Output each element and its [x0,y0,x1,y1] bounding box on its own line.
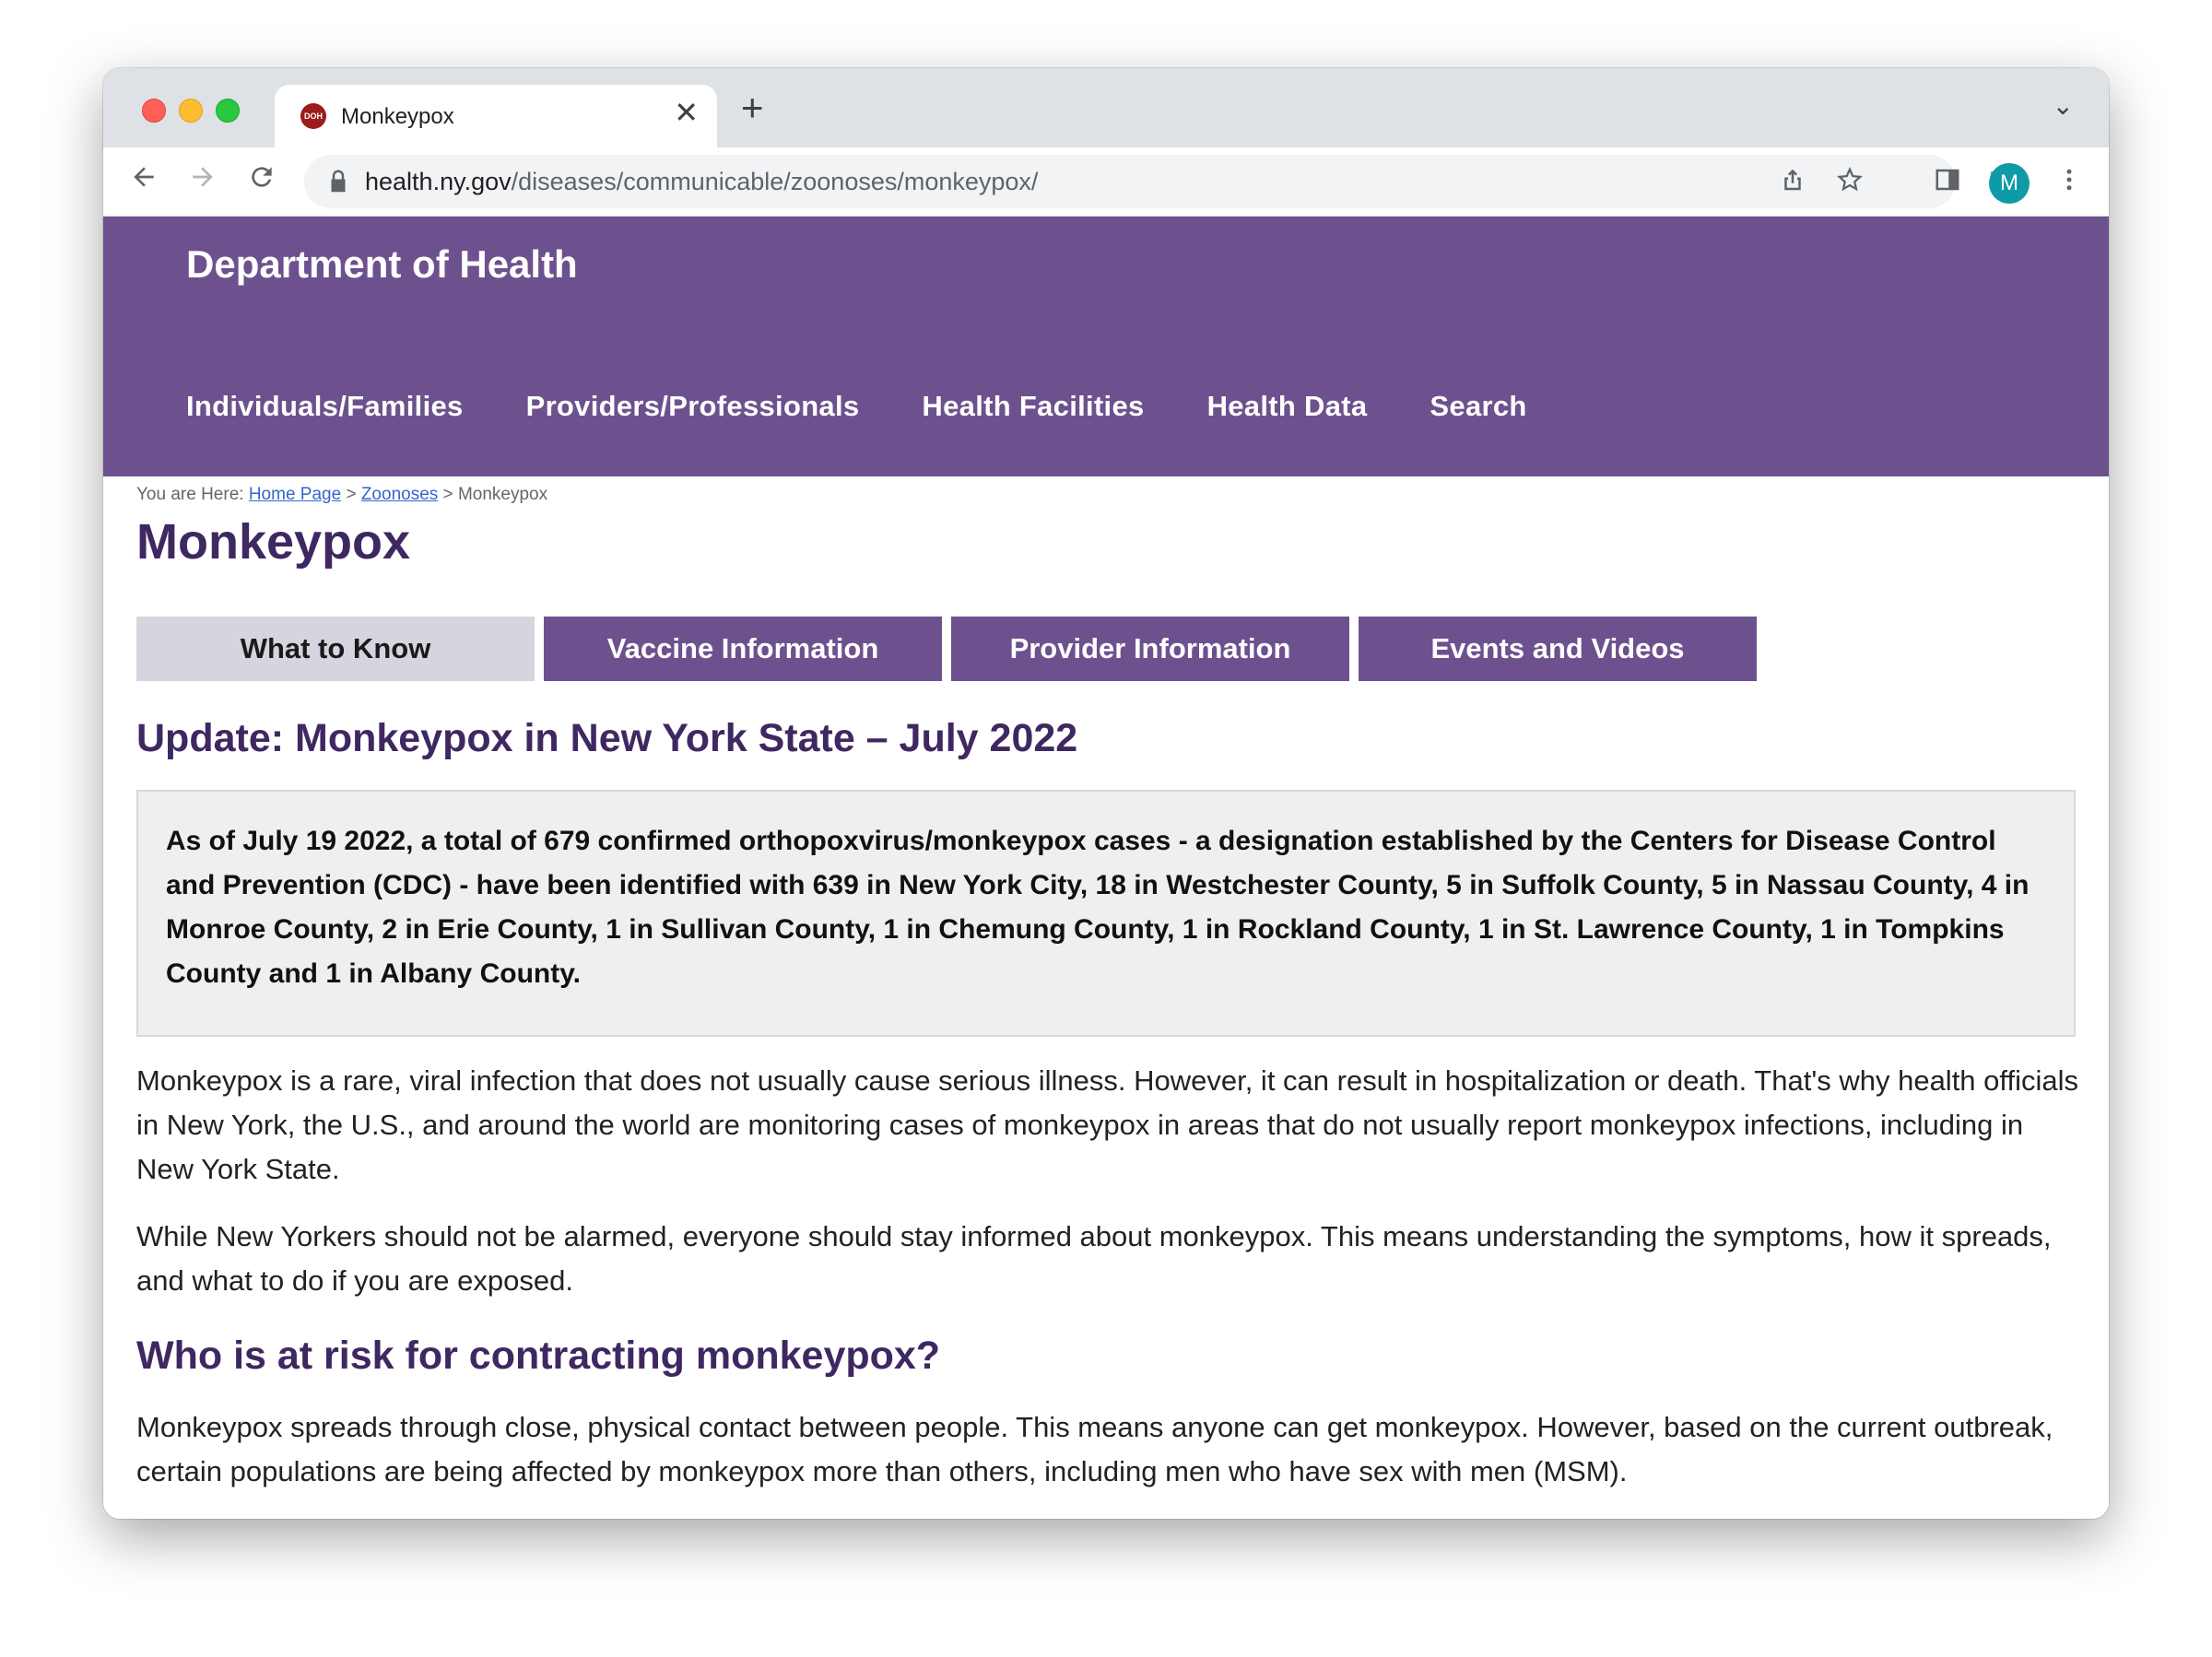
bookmark-star-icon[interactable] [1836,166,1864,201]
lock-icon [331,170,346,193]
content-tabs: What to Know Vaccine Information Provide… [136,617,1766,681]
new-tab-button[interactable]: + [741,88,764,127]
risk-paragraph: Monkeypox spreads through close, physica… [136,1411,2053,1487]
breadcrumb-separator: > [341,485,361,504]
close-window-button[interactable] [142,99,166,123]
risk-heading: Who is at risk for contracting monkeypox… [136,1334,941,1378]
tab-vaccine-information[interactable]: Vaccine Information [544,617,942,681]
address-bar[interactable]: health.ny.gov/diseases/communicable/zoon… [304,155,1956,208]
minimize-window-button[interactable] [179,99,203,123]
close-tab-icon[interactable]: ✕ [674,98,699,127]
nav-health-facilities[interactable]: Health Facilities [922,390,1144,423]
tab-events-and-videos[interactable]: Events and Videos [1359,617,1757,681]
reload-icon[interactable] [247,162,276,197]
intro-paragraph: Monkeypox is a rare, viral infection tha… [136,1064,2078,1185]
case-count-callout: As of July 19 2022, a total of 679 confi… [136,790,2076,1037]
tab-search-chevron-down-icon[interactable]: ⌄ [2053,90,2074,121]
forward-arrow-icon[interactable] [188,162,218,197]
favicon-icon: DOH [300,103,326,129]
web-page: Department of Health Individuals/Familie… [103,217,2109,1519]
breadcrumb-prefix: You are Here: [136,485,249,504]
update-heading: Update: Monkeypox in New York State – Ju… [136,716,1078,760]
browser-toolbar: health.ny.gov/diseases/communicable/zoon… [103,147,2109,217]
breadcrumb-zoonoses-link[interactable]: Zoonoses [361,485,438,504]
nav-individuals-families[interactable]: Individuals/Families [186,390,464,423]
share-icon[interactable] [1779,166,1806,201]
url-text: health.ny.gov/diseases/communicable/zoon… [365,168,1038,196]
side-panel-icon[interactable] [1934,166,1961,199]
url-host: health.ny.gov [365,168,512,195]
more-menu-icon[interactable] [2055,166,2083,199]
page-title: Monkeypox [136,514,411,570]
browser-tab[interactable]: DOH Monkeypox ✕ [275,85,717,147]
tab-what-to-know[interactable]: What to Know [136,617,535,681]
breadcrumb-home-link[interactable]: Home Page [249,485,341,504]
site-brand[interactable]: Department of Health [186,242,578,287]
nav-search[interactable]: Search [1430,390,1526,423]
tab-provider-information[interactable]: Provider Information [951,617,1349,681]
url-path: /diseases/communicable/zoonoses/monkeypo… [511,168,1039,195]
nav-health-data[interactable]: Health Data [1207,390,1368,423]
site-header: Department of Health Individuals/Familie… [103,217,2109,476]
zoom-window-button[interactable] [216,99,240,123]
back-arrow-icon[interactable] [129,162,159,197]
main-nav: Individuals/Families Providers/Professio… [186,390,1590,423]
breadcrumb-current: Monkeypox [457,485,548,504]
nav-providers-professionals[interactable]: Providers/Professionals [526,390,860,423]
tab-strip: DOH Monkeypox ✕ + ⌄ [103,68,2109,147]
stay-informed-paragraph: While New Yorkers should not be alarmed,… [136,1220,2052,1297]
profile-avatar[interactable]: M [1989,163,2030,204]
breadcrumb-separator: > [438,485,458,504]
browser-window: DOH Monkeypox ✕ + ⌄ health.ny.gov/diseas… [103,68,2109,1519]
breadcrumb: You are Here: Home Page > Zoonoses > Mon… [136,485,547,505]
tab-title: Monkeypox [341,104,454,129]
